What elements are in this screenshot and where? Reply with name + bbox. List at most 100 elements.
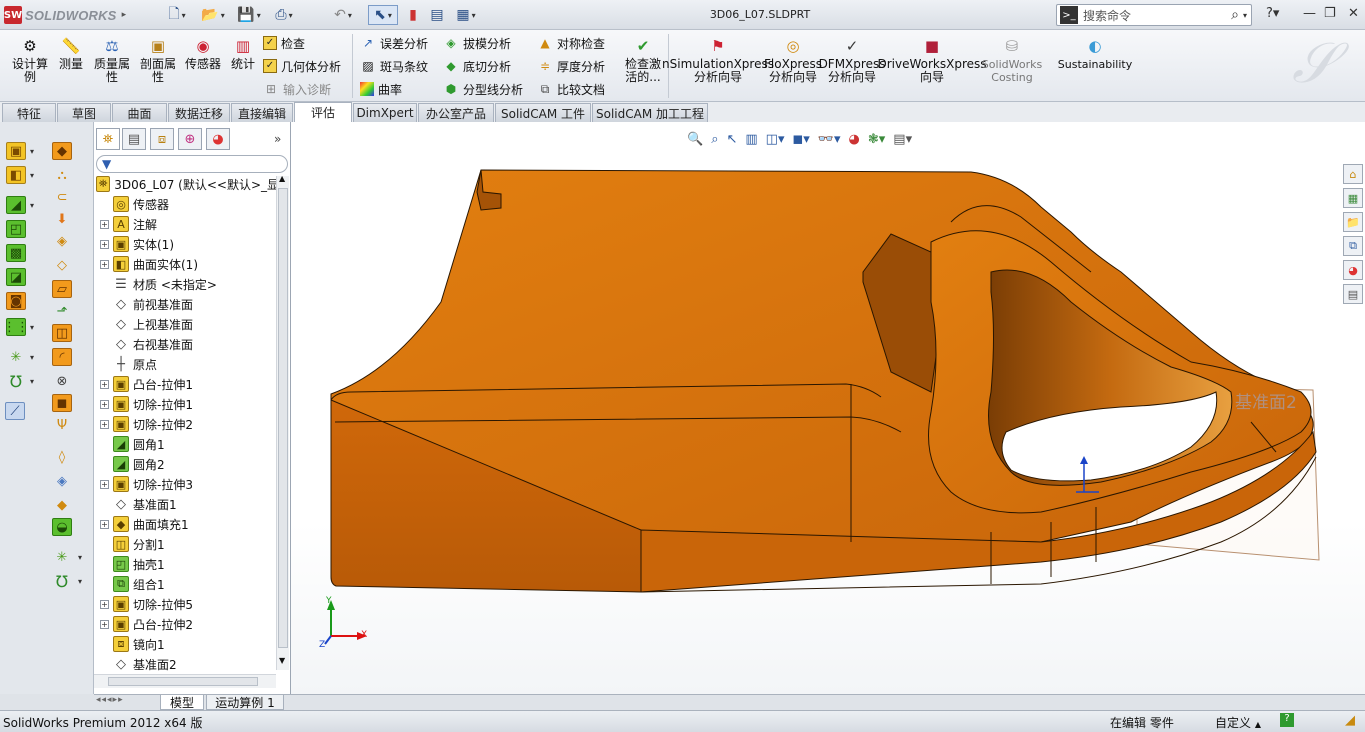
tree-vertical-scrollbar[interactable]: ▲ ▼ xyxy=(276,174,289,670)
tree-item[interactable]: ◇ 基准面1 xyxy=(94,494,279,514)
floxpress-button[interactable]: ◎ FloXpress 分析向导 xyxy=(764,36,822,84)
graphics-area[interactable]: 🔍 ⌕ ↖ ▥ ◫▾ ◼▾ 👓▾ ◕ ❃▾ ▤▾ ⧈ ⧉ — ❐ ✕ xyxy=(291,122,1365,694)
tab-surfaces[interactable]: 曲面 xyxy=(112,103,167,122)
tab-data-migration[interactable]: 数据迁移 xyxy=(168,103,230,122)
instant3d-icon[interactable]: ⟋ xyxy=(5,402,25,420)
tree-item[interactable]: + ▣ 实体(1) xyxy=(94,234,279,254)
tree-item[interactable]: + ◆ 曲面填充1 xyxy=(94,514,279,534)
tab-features[interactable]: 特征 xyxy=(2,103,56,122)
expand-toggle-icon[interactable]: + xyxy=(100,259,109,269)
extend-surface-icon[interactable]: Ψ xyxy=(52,416,72,434)
property-manager-tab-icon[interactable]: ▤ xyxy=(122,128,146,150)
untrim-surface-icon[interactable]: ◈ xyxy=(52,472,72,490)
check-button[interactable]: ✓ 检查 xyxy=(263,33,305,53)
search-icon[interactable]: ⌕ xyxy=(1231,7,1239,23)
tree-item[interactable]: + A 注解 xyxy=(94,214,279,234)
file-properties-icon[interactable]: ▤ xyxy=(428,5,446,25)
tree-item[interactable]: + ▣ 切除-拉伸1 xyxy=(94,394,279,414)
expand-toggle-icon[interactable]: + xyxy=(100,219,109,229)
custom-properties-icon[interactable]: ▤ xyxy=(1343,284,1363,304)
linear-pattern-icon[interactable]: ⋮⋮ xyxy=(3,318,29,336)
dropdown-arrow-icon[interactable]: ▾ xyxy=(30,323,34,332)
tree-item[interactable]: ◇ 上视基准面 xyxy=(94,314,279,334)
solidworks-logo[interactable]: SW SOLIDWORKS ▸ xyxy=(4,5,126,25)
part-model-3d[interactable] xyxy=(291,122,1365,694)
view-palette-icon[interactable]: ⧉ xyxy=(1343,236,1363,256)
tree-item[interactable]: + ▣ 切除-拉伸5 xyxy=(94,594,279,614)
tree-item[interactable]: ◰ 抽壳1 xyxy=(94,554,279,574)
appearances-icon[interactable]: ◕ xyxy=(1343,260,1363,280)
tree-item[interactable]: + ▣ 切除-拉伸2 xyxy=(94,414,279,434)
deviation-analysis-button[interactable]: ↗ 误差分析 xyxy=(360,33,428,53)
rib-icon[interactable]: ◪ xyxy=(6,268,26,286)
dfmxpress-button[interactable]: ✓ DFMXpress 分析向导 xyxy=(819,36,886,84)
import-diagnostics-button[interactable]: ⊞ 输入诊断 xyxy=(263,79,331,99)
tree-item[interactable]: + ▣ 凸台-拉伸2 xyxy=(94,614,279,634)
close-window-icon[interactable]: ✕ xyxy=(1348,6,1359,21)
compare-documents-button[interactable]: ⧉ 比较文档 xyxy=(537,79,605,99)
tab-sketch[interactable]: 草图 xyxy=(57,103,111,122)
expand-toggle-icon[interactable]: + xyxy=(100,239,109,249)
tab-solidcam-stock[interactable]: SolidCAM 工件 xyxy=(495,103,591,122)
tree-item[interactable]: + ▣ 切除-拉伸3 xyxy=(94,474,279,494)
expand-toggle-icon[interactable]: + xyxy=(100,599,109,609)
new-document-button[interactable]: 🗋 ▾ xyxy=(166,5,188,25)
status-units[interactable]: 自定义 ▲ xyxy=(1215,714,1261,731)
geometry-analysis-button[interactable]: ✓ 几何体分析 xyxy=(263,56,341,76)
status-resize-grip-icon[interactable]: ◢ xyxy=(1345,713,1355,728)
expand-toggle-icon[interactable]: + xyxy=(100,479,109,489)
tree-item[interactable]: ◢ 圆角2 xyxy=(94,454,279,474)
select-button[interactable]: ⬉ ▾ xyxy=(368,5,398,25)
tree-item[interactable]: ┼ 原点 xyxy=(94,354,279,374)
tab-office-products[interactable]: 办公室产品 xyxy=(418,103,494,122)
dimxpert-manager-tab-icon[interactable]: ⊕ xyxy=(178,128,202,150)
fillet-icon[interactable]: ◢ xyxy=(6,196,26,214)
draft-analysis-button[interactable]: ◈ 拔模分析 xyxy=(443,33,511,53)
planar-surface-icon[interactable]: ▱ xyxy=(52,280,72,298)
dropdown-arrow-icon[interactable]: ▾ xyxy=(30,147,34,156)
expand-toggle-icon[interactable]: + xyxy=(100,399,109,409)
reference-geometry-2-icon[interactable]: ✳ xyxy=(52,548,72,566)
minimize-window-icon[interactable]: — xyxy=(1303,6,1316,21)
open-button[interactable]: 📂 ▾ xyxy=(200,5,226,25)
sustainability-button[interactable]: ◐ Sustainability xyxy=(1058,36,1132,71)
design-study-button[interactable]: ⚙ 设计算例 xyxy=(8,36,52,84)
dropdown-arrow-icon[interactable]: ▾ xyxy=(78,553,82,562)
simulationxpress-button[interactable]: ⚑ nSimulationXpress 分析向导 xyxy=(662,36,774,84)
search-dropdown-icon[interactable]: ▾ xyxy=(1243,11,1247,20)
statistics-button[interactable]: ▥ 统计 xyxy=(228,36,258,71)
feature-manager-tab-icon[interactable]: ⛯ xyxy=(96,128,120,150)
reference-geometry-icon[interactable]: ✳ xyxy=(6,348,26,366)
check-active-button[interactable]: ✔ 检查激活的... xyxy=(622,36,664,84)
thickness-analysis-button[interactable]: ≑ 厚度分析 xyxy=(537,56,605,76)
hscroll-thumb[interactable] xyxy=(108,677,258,686)
curvature-button[interactable]: 曲率 xyxy=(360,79,402,99)
dropdown-arrow-icon[interactable]: ▾ xyxy=(30,377,34,386)
curves-icon[interactable]: ℧ xyxy=(6,372,26,391)
dropdown-arrow-icon[interactable]: ▾ xyxy=(30,171,34,180)
expand-toggle-icon[interactable]: + xyxy=(100,379,109,389)
tree-item[interactable]: ◇ 右视基准面 xyxy=(94,334,279,354)
rebuild-icon[interactable]: ▮ xyxy=(406,5,420,25)
zebra-stripes-button[interactable]: ▨ 斑马条纹 xyxy=(360,56,428,76)
driveworksxpress-button[interactable]: ■ DriveWorksXpress 向导 xyxy=(877,36,986,84)
tree-item[interactable]: ◫ 分割1 xyxy=(94,534,279,554)
scroll-up-icon[interactable]: ▲ xyxy=(279,174,285,183)
tree-filter-field[interactable]: ▼ xyxy=(96,155,288,173)
undercut-analysis-button[interactable]: ◆ 底切分析 xyxy=(443,56,511,76)
offset-surface-icon[interactable]: ⬏ xyxy=(52,302,72,320)
draft-icon[interactable]: ▩ xyxy=(6,244,26,262)
expand-toggle-icon[interactable]: + xyxy=(100,619,109,629)
datum-plane-label[interactable]: 基准面2 xyxy=(1235,388,1297,413)
file-explorer-icon[interactable]: 📁 xyxy=(1343,212,1363,232)
knit-surface-icon[interactable]: ◆ xyxy=(52,496,72,514)
search-commands-field[interactable]: >_ 搜索命令 ⌕ ▾ xyxy=(1056,4,1252,26)
delete-face-icon[interactable]: ⊗ xyxy=(52,372,72,390)
expand-toggle-icon[interactable]: + xyxy=(100,519,109,529)
parting-line-analysis-button[interactable]: ⬢ 分型线分析 xyxy=(443,79,523,99)
search-input[interactable]: 搜索命令 xyxy=(1083,7,1231,24)
tab-scroll-arrows-icon[interactable]: ◂◂◂▸▸ xyxy=(96,695,124,705)
surface-extrude-icon[interactable]: ◆ xyxy=(52,142,72,160)
shell-icon[interactable]: ◰ xyxy=(6,220,26,238)
costing-button[interactable]: ⛁ SolidWorks Costing xyxy=(982,36,1042,84)
